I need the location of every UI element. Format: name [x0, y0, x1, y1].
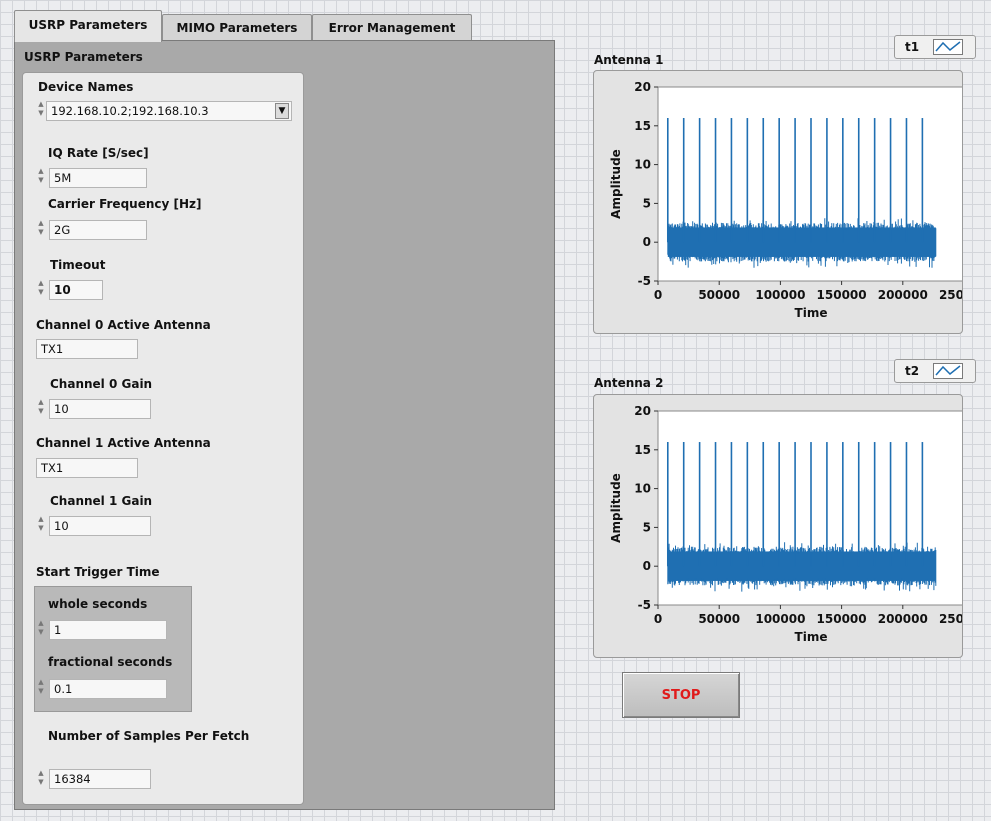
plot-legend-t2[interactable]: t2 — [894, 359, 976, 383]
iq-rate-label: IQ Rate [S/sec] — [48, 146, 149, 160]
stop-button[interactable]: STOP — [622, 672, 740, 718]
plot-legend-t1[interactable]: t1 — [894, 35, 976, 59]
y-tick-label: -5 — [638, 598, 651, 612]
antenna1-plot[interactable]: -505101520050000100000150000200000250000… — [594, 71, 989, 333]
antenna2-title: Antenna 2 — [594, 376, 664, 390]
section-title: USRP Parameters — [24, 50, 143, 64]
line-plot-icon — [933, 363, 963, 379]
channel0-gain-label: Channel 0 Gain — [50, 377, 153, 391]
x-tick-label: 200000 — [878, 612, 928, 626]
up-down-spinner-icon[interactable]: ▲ ▼ — [36, 100, 46, 120]
samples-per-fetch-label: Number of Samples Per Fetch — [48, 729, 250, 743]
y-tick-label: 0 — [643, 235, 651, 249]
y-tick-label: 5 — [643, 196, 651, 210]
up-down-spinner-icon[interactable]: ▲ ▼ — [36, 515, 46, 535]
channel0-antenna-field[interactable]: TX1 — [36, 339, 138, 359]
samples-per-fetch-field[interactable]: 16384 — [49, 769, 151, 789]
timeout-label: Timeout — [50, 258, 106, 272]
x-axis-label: Time — [795, 306, 828, 320]
device-names-label: Device Names — [38, 80, 134, 94]
tab-mimo-parameters[interactable]: MIMO Parameters — [162, 14, 312, 41]
fractional-seconds-field[interactable]: 0.1 — [49, 679, 167, 699]
antenna1-title: Antenna 1 — [594, 53, 664, 67]
x-tick-label: 0 — [654, 288, 662, 302]
up-down-spinner-icon[interactable]: ▲ ▼ — [36, 678, 46, 698]
x-tick-label: 200000 — [878, 288, 928, 302]
y-tick-label: 15 — [634, 443, 651, 457]
channel1-antenna-field[interactable]: TX1 — [36, 458, 138, 478]
channel1-gain-field[interactable]: 10 — [49, 516, 151, 536]
y-tick-label: 20 — [634, 80, 651, 94]
carrier-frequency-field[interactable]: 2G — [49, 220, 147, 240]
x-tick-label: 50000 — [698, 612, 740, 626]
x-axis-label: Time — [795, 630, 828, 644]
y-tick-label: 0 — [643, 559, 651, 573]
legend-label: t2 — [905, 364, 920, 378]
antenna2-graph-panel: -505101520050000100000150000200000250000… — [593, 394, 989, 658]
fractional-seconds-label: fractional seconds — [48, 655, 173, 669]
x-tick-label: 0 — [654, 612, 662, 626]
channel1-antenna-label: Channel 1 Active Antenna — [36, 436, 211, 450]
y-tick-label: -5 — [638, 274, 651, 288]
tab-error-management[interactable]: Error Management — [312, 14, 472, 41]
y-axis-label: Amplitude — [609, 149, 623, 219]
device-names-combo[interactable]: 192.168.10.2;192.168.10.3 — [46, 101, 292, 121]
x-tick-label: 100000 — [755, 288, 805, 302]
up-down-spinner-icon[interactable]: ▲ ▼ — [36, 279, 46, 299]
up-down-spinner-icon[interactable]: ▲ ▼ — [36, 398, 46, 418]
channel0-gain-field[interactable]: 10 — [49, 399, 151, 419]
up-down-spinner-icon[interactable]: ▲ ▼ — [36, 167, 46, 187]
x-tick-label: 100000 — [755, 612, 805, 626]
channel0-antenna-label: Channel 0 Active Antenna — [36, 318, 211, 332]
up-down-spinner-icon[interactable]: ▲ ▼ — [36, 769, 46, 789]
tab-usrp-parameters[interactable]: USRP Parameters — [14, 10, 162, 42]
y-axis-label: Amplitude — [609, 473, 623, 543]
carrier-frequency-label: Carrier Frequency [Hz] — [48, 197, 202, 211]
x-tick-label: 250000 — [939, 612, 962, 626]
x-tick-label: 150000 — [817, 612, 867, 626]
chevron-down-icon[interactable]: ▼ — [275, 103, 289, 119]
y-tick-label: 10 — [634, 482, 651, 496]
y-tick-label: 20 — [634, 404, 651, 418]
whole-seconds-field[interactable]: 1 — [49, 620, 167, 640]
up-down-spinner-icon[interactable]: ▲ ▼ — [36, 219, 46, 239]
x-tick-label: 50000 — [698, 288, 740, 302]
start-trigger-label: Start Trigger Time — [36, 565, 160, 579]
whole-seconds-label: whole seconds — [48, 597, 148, 611]
y-tick-label: 15 — [634, 119, 651, 133]
channel1-gain-label: Channel 1 Gain — [50, 494, 153, 508]
iq-rate-field[interactable]: 5M — [49, 168, 147, 188]
x-tick-label: 250000 — [939, 288, 962, 302]
line-plot-icon — [933, 39, 963, 55]
x-tick-label: 150000 — [817, 288, 867, 302]
up-down-spinner-icon[interactable]: ▲ ▼ — [36, 619, 46, 639]
y-tick-label: 10 — [634, 158, 651, 172]
timeout-field[interactable]: 10 — [49, 280, 103, 300]
antenna2-plot[interactable]: -505101520050000100000150000200000250000… — [594, 395, 989, 657]
antenna1-graph-panel: -505101520050000100000150000200000250000… — [593, 70, 989, 334]
y-tick-label: 5 — [643, 520, 651, 534]
legend-label: t1 — [905, 40, 920, 54]
